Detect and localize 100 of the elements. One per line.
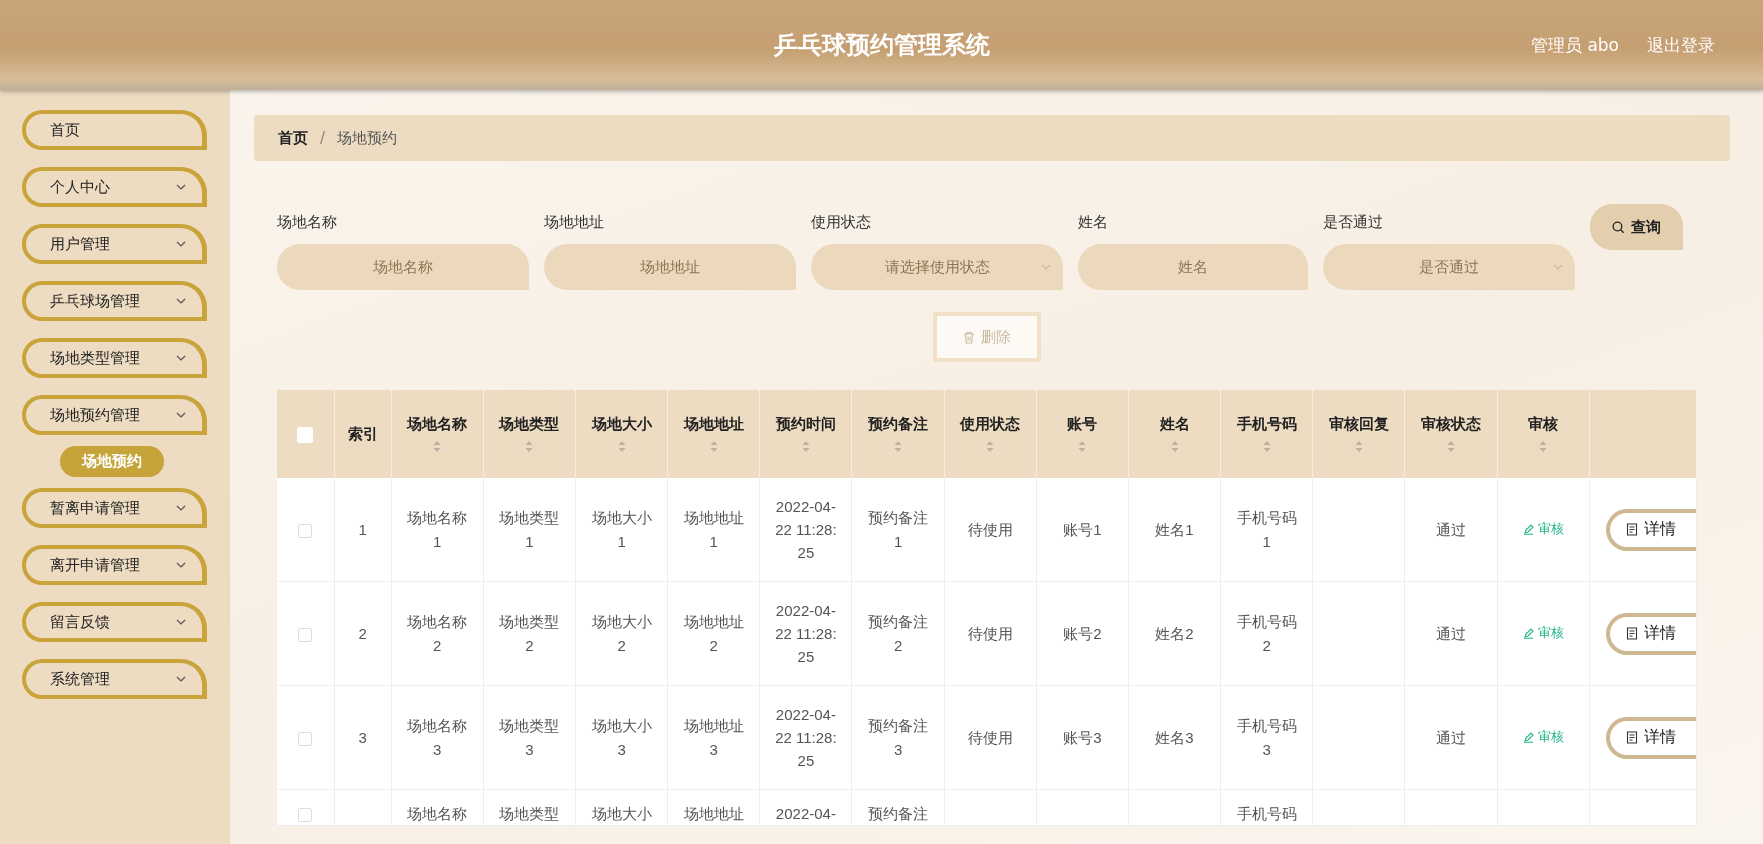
filter-label: 场地名称 [277,213,338,232]
table-cell: 待使用 [967,728,1013,746]
table-cell: 通过 [1436,624,1466,642]
menu-item[interactable]: 留言反馈 [22,602,207,642]
menu-item[interactable]: 离开申请管理 [22,545,207,585]
table-cell: 场地类型 [499,805,560,822]
document-icon [1625,523,1638,536]
column-header[interactable]: 账号 [1067,415,1098,434]
menu-item[interactable]: 个人中心 [22,167,207,207]
column-header[interactable]: 场地名称 [407,415,468,434]
input-field[interactable]: 场地地址 [544,244,796,290]
sort-icon[interactable] [709,440,718,453]
app-title: 乒乓球预约管理系统 [773,30,990,61]
user-name: 管理员 abo [1531,34,1619,57]
column-header[interactable]: 手机号码 [1236,415,1297,434]
table-cell: 场地地址3 [683,717,744,758]
row-checkbox[interactable] [298,627,313,642]
filter-label: 是否通过 [1323,213,1384,232]
table-cell: 场地名称 [407,805,468,822]
table-cell: 手机号码 [1236,805,1297,822]
menu-item[interactable]: 场地类型管理 [22,338,207,378]
detail-button[interactable]: 详情 [1605,716,1696,759]
sort-icon[interactable] [1078,440,1087,453]
detail-button[interactable]: 详情 [1605,612,1696,655]
search-icon [1612,220,1625,234]
breadcrumb-item[interactable]: 首页 [278,128,308,148]
sort-icon[interactable] [1354,440,1363,453]
sort-icon[interactable] [894,440,903,453]
input-field[interactable]: 场地名称 [277,244,529,290]
menu-item[interactable]: 乒乓球场管理 [22,281,207,321]
sort-icon[interactable] [525,440,534,453]
table-cell: 场地名称3 [407,717,468,758]
sort-icon[interactable] [1262,440,1271,453]
table-cell: 通过 [1436,520,1466,538]
table-cell: 2022-04-22 11:28:25 [775,497,837,562]
column-header[interactable]: 审核回复 [1328,415,1389,434]
table-cell: 2022-04-22 11:28:25 [775,705,837,770]
column-header[interactable]: 索引 [347,424,378,444]
column-header[interactable]: 场地地址 [683,415,744,434]
table-cell: 待使用 [967,520,1013,538]
edit-icon [1522,627,1534,639]
table-cell: 通过 [1436,728,1466,746]
table-cell: 1 [358,520,367,538]
sort-icon[interactable] [801,440,810,453]
table-cell: 场地大小2 [591,613,652,654]
column-header[interactable]: 姓名 [1159,415,1190,434]
table-cell: 3 [358,728,367,746]
chevron-down-icon [1553,264,1563,270]
column-header[interactable]: 审核 [1528,415,1559,434]
table-cell: 姓名2 [1155,624,1194,642]
column-header[interactable]: 审核状态 [1421,415,1481,434]
menu-item[interactable]: 用户管理 [22,224,207,264]
trash-icon [963,330,975,344]
table-cell: 场地大小1 [591,509,652,550]
column-header[interactable]: 预约时间 [775,415,836,434]
menu-item[interactable]: 暂离申请管理 [22,488,207,528]
menu-item[interactable]: 首页 [22,110,207,150]
detail-button[interactable]: 详情 [1605,508,1696,551]
sort-icon[interactable] [1170,440,1179,453]
table-cell: 场地类型3 [499,717,560,758]
column-header[interactable]: 预约备注 [868,415,929,434]
column-header[interactable]: 场地大小 [591,415,652,434]
column-header[interactable]: 场地类型 [499,415,560,434]
table-cell: 场地类型2 [499,613,560,654]
table-cell: 2 [358,624,367,642]
sort-icon[interactable] [1447,440,1455,453]
table-cell: 账号1 [1063,520,1102,538]
sort-icon[interactable] [433,440,442,453]
document-icon [1625,627,1638,640]
filter-label: 姓名 [1078,213,1109,232]
row-checkbox[interactable] [298,523,313,538]
edit-icon [1522,523,1534,535]
sort-icon[interactable] [986,440,995,453]
table-cell: 姓名1 [1155,520,1194,538]
table-cell: 待使用 [967,624,1013,642]
chevron-down-icon [1041,264,1051,270]
table-cell: 账号2 [1063,624,1102,642]
row-checkbox[interactable] [298,731,313,746]
search-button[interactable]: 查询 [1590,204,1683,250]
menu-item[interactable]: 系统管理 [22,659,207,699]
table-cell: 预约备注2 [868,613,929,654]
edit-icon [1522,731,1534,743]
menu-item[interactable]: 场地预约管理 [22,395,207,435]
select-all-checkbox[interactable] [297,426,314,443]
table-cell: 场地名称2 [407,613,468,654]
table-cell: 预约备注1 [868,509,929,550]
row-checkbox[interactable] [298,808,313,823]
sort-icon[interactable] [1539,440,1548,453]
table-cell: 场地类型1 [499,509,560,550]
table-cell: 手机号码2 [1236,613,1297,654]
column-header[interactable]: 使用状态 [960,415,1021,434]
table-cell: 预约备注 [868,805,929,822]
sort-icon[interactable] [617,440,626,453]
table-cell: 预约备注3 [868,717,929,758]
table-cell: 场地大小3 [591,717,652,758]
table-cell: 场地地址2 [683,613,744,654]
table-cell: 手机号码1 [1236,509,1297,550]
table-cell: 场地名称1 [407,509,468,550]
input-field[interactable]: 姓名 [1078,244,1308,290]
table-cell: 2022-04-22 11:28:25 [775,601,837,666]
